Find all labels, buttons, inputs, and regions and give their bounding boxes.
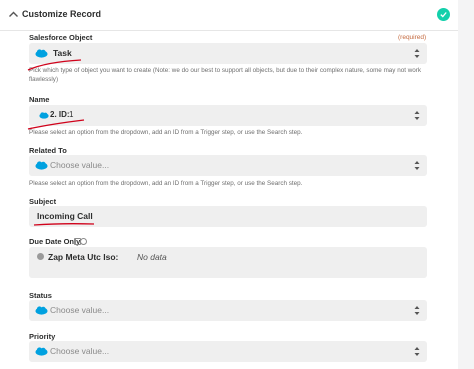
related-to-label: Related To xyxy=(29,146,67,155)
status-placeholder: Choose value... xyxy=(50,305,110,315)
chevron-up-icon[interactable] xyxy=(8,9,19,20)
name-hint: Please select an option from the dropdow… xyxy=(29,129,303,136)
customize-record-panel: Customize Record Salesforce Object (requ… xyxy=(0,0,458,369)
priority-label: Priority xyxy=(29,332,56,341)
related-to-placeholder: Choose value... xyxy=(50,160,110,170)
select-arrows-icon xyxy=(414,111,420,120)
section-title: Customize Record xyxy=(22,9,102,19)
due-date-value: No data xyxy=(137,252,167,262)
name-value-prefix: 2. ID: xyxy=(50,110,70,119)
gear-icon xyxy=(37,253,44,260)
required-badge: (required) xyxy=(398,34,427,41)
page-scroll-area[interactable] xyxy=(465,0,474,369)
related-to-select[interactable]: Choose value... xyxy=(29,155,427,176)
salesforce-object-label: Salesforce Object xyxy=(29,33,93,42)
subject-label: Subject xyxy=(29,197,57,206)
related-to-hint: Please select an option from the dropdow… xyxy=(29,180,303,187)
due-date-label: Due Date Only xyxy=(29,237,81,246)
check-circle-icon xyxy=(437,8,450,21)
salesforce-object-value: Task xyxy=(53,48,72,58)
select-arrows-icon xyxy=(414,306,420,315)
salesforce-object-select[interactable]: Task xyxy=(29,43,427,64)
gear-icon xyxy=(80,238,87,245)
select-arrows-icon xyxy=(414,49,420,58)
due-date-field[interactable]: Zap Meta Utc Iso: No data xyxy=(29,247,427,278)
select-arrows-icon xyxy=(414,347,420,356)
salesforce-icon xyxy=(35,161,48,170)
select-arrows-icon xyxy=(414,161,420,170)
priority-placeholder: Choose value... xyxy=(50,346,110,356)
status-select[interactable]: Choose value... xyxy=(29,300,427,321)
status-label: Status xyxy=(29,291,52,300)
section-header[interactable]: Customize Record xyxy=(0,0,458,31)
subject-value: Incoming Call xyxy=(37,211,93,221)
salesforce-icon xyxy=(35,306,48,315)
name-value: 1 xyxy=(69,110,74,119)
name-select[interactable]: 2. ID: 1 xyxy=(29,105,427,126)
salesforce-icon xyxy=(35,347,48,356)
salesforce-icon xyxy=(35,49,48,58)
priority-select[interactable]: Choose value... xyxy=(29,341,427,362)
salesforce-object-hint: Pick which type of object you want to cr… xyxy=(29,67,422,83)
salesforce-icon xyxy=(39,112,49,119)
due-date-value-label: Zap Meta Utc Iso: xyxy=(48,252,119,262)
name-label: Name xyxy=(29,95,50,104)
subject-field[interactable]: Incoming Call xyxy=(29,206,427,227)
